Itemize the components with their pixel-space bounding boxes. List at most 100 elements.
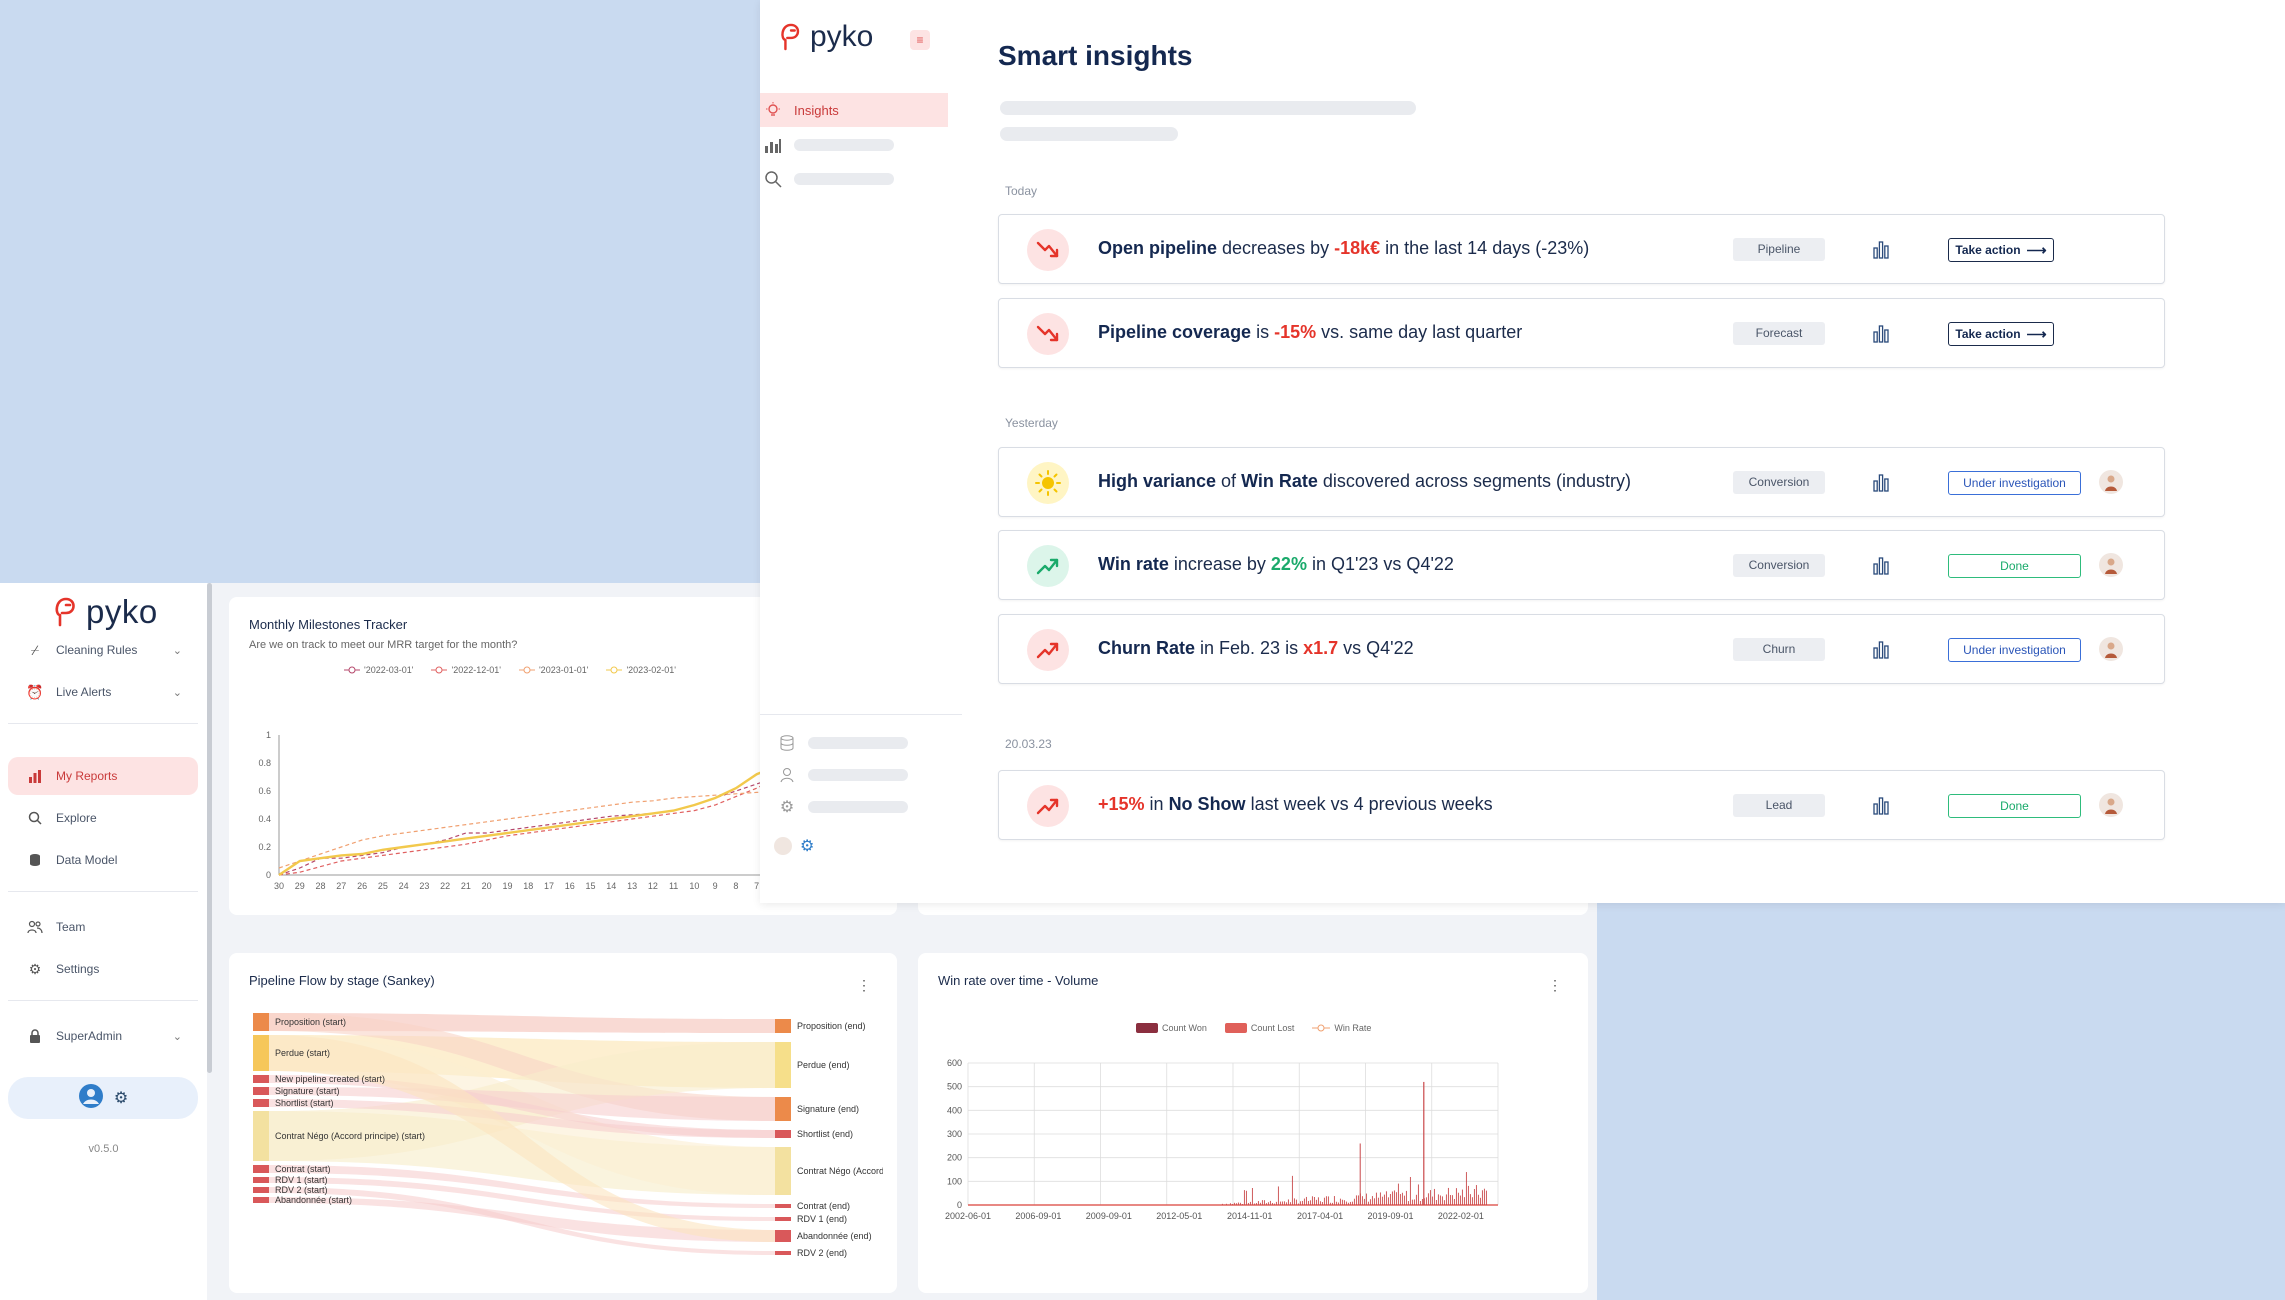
action-label: Under investigation (1963, 643, 2066, 657)
nav-settings[interactable]: ⚙ Settings (8, 950, 198, 988)
insight-text: Win rate increase by 22% in Q1'23 vs Q4'… (1098, 554, 1454, 575)
nav-team[interactable] (774, 758, 962, 792)
insight-text-part: Win Rate (1241, 471, 1318, 491)
bar-chart-icon[interactable] (1873, 472, 1889, 497)
legend-item[interactable]: '2023-02-01' (606, 665, 676, 675)
sankey-node[interactable] (775, 1251, 791, 1255)
pyko-logo[interactable]: pyko (778, 20, 873, 54)
sankey-node[interactable] (253, 1197, 269, 1203)
nav-my-reports[interactable]: My Reports (8, 757, 198, 795)
bar-chart-icon[interactable] (1873, 555, 1889, 580)
sankey-node[interactable] (775, 1097, 791, 1121)
insight-text-part: Pipeline coverage (1098, 322, 1252, 342)
insight-text-part: vs. same day last quarter (1316, 322, 1523, 342)
nav-reports[interactable] (760, 128, 948, 162)
x-tick-label: 13 (627, 881, 637, 891)
sankey-node-label: Proposition (end) (797, 1021, 866, 1031)
nav-superadmin[interactable]: SuperAdmin ⌄ (8, 1017, 198, 1055)
avatar[interactable] (774, 837, 792, 855)
insight-tag[interactable]: Conversion (1733, 554, 1825, 577)
divider (8, 891, 198, 892)
insight-row[interactable]: Churn Rate in Feb. 23 is x1.7 vs Q4'22 C… (998, 614, 2165, 684)
nav-data[interactable] (774, 726, 962, 760)
insight-action-button[interactable]: Take action ⟶ (1948, 322, 2054, 346)
insight-tag[interactable]: Conversion (1733, 471, 1825, 494)
assignee-avatar[interactable] (2099, 637, 2123, 661)
sankey-node[interactable] (253, 1187, 269, 1193)
legend-item[interactable]: Win Rate (1312, 1023, 1371, 1033)
bar-chart-icon[interactable] (1873, 323, 1889, 348)
nav-explore[interactable]: Explore (8, 799, 198, 837)
bar-chart-icon[interactable] (1873, 795, 1889, 820)
sankey-node[interactable] (253, 1099, 269, 1107)
insight-row[interactable]: High variance of Win Rate discovered acr… (998, 447, 2165, 517)
insight-tag[interactable]: Forecast (1733, 322, 1825, 345)
insight-row[interactable]: +15% in No Show last week vs 4 previous … (998, 770, 2165, 840)
insights-sidebar: pyko ≡ Insights ⚙ ⚙ (760, 0, 962, 903)
insight-action-button[interactable]: Under investigation (1948, 638, 2081, 662)
sidebar-scrollbar[interactable] (207, 583, 212, 1073)
nav-explore[interactable] (760, 162, 948, 196)
bar-chart-icon[interactable] (1873, 239, 1889, 264)
legend-item[interactable]: Count Lost (1224, 1023, 1294, 1033)
nav-team[interactable]: Team (8, 908, 198, 946)
nav-insights[interactable]: Insights (760, 93, 948, 127)
nav-data-model[interactable]: Data Model (8, 841, 198, 879)
legend-item[interactable]: '2022-12-01' (431, 665, 501, 675)
bar-chart-icon[interactable] (1873, 639, 1889, 664)
x-tick-label: 22 (440, 881, 450, 891)
user-avatar-icon[interactable] (78, 1083, 104, 1114)
series-line[interactable] (278, 760, 809, 876)
insight-row[interactable]: Pipeline coverage is -15% vs. same day l… (998, 298, 2165, 368)
sankey-title: Pipeline Flow by stage (Sankey) (249, 973, 435, 988)
legend-item[interactable]: '2023-01-01' (518, 665, 588, 675)
sankey-node[interactable] (775, 1130, 791, 1138)
gear-icon[interactable]: ⚙ (800, 836, 814, 856)
series-line[interactable] (278, 766, 809, 876)
insight-row[interactable]: Open pipeline decreases by -18k€ in the … (998, 214, 2165, 284)
assignee-avatar[interactable] (2099, 470, 2123, 494)
insight-action-button[interactable]: Take action ⟶ (1948, 238, 2054, 262)
legend-item[interactable]: Count Won (1136, 1023, 1207, 1033)
more-icon[interactable]: ⋮ (857, 977, 871, 994)
series-line[interactable] (278, 764, 778, 876)
sankey-node[interactable] (253, 1013, 269, 1031)
insight-text: Pipeline coverage is -15% vs. same day l… (1098, 322, 1522, 343)
insight-action-button[interactable]: Done (1948, 794, 2081, 818)
insight-tag[interactable]: Lead (1733, 794, 1825, 817)
gear-icon[interactable]: ⚙ (114, 1088, 128, 1108)
insight-tag[interactable]: Pipeline (1733, 238, 1825, 261)
team-icon (26, 918, 44, 936)
assignee-avatar[interactable] (2099, 553, 2123, 577)
sankey-node[interactable] (775, 1230, 791, 1242)
insight-row[interactable]: Win rate increase by 22% in Q1'23 vs Q4'… (998, 530, 2165, 600)
winrate-card: Win rate over time - Volume ⋮ Count Won … (918, 953, 1588, 1293)
winrate-chart: 0 100 200 300 400 500 600 2002-06-01 2006-09-01 2… (945, 1058, 1499, 1221)
assignee-avatar[interactable] (2099, 793, 2123, 817)
insight-action-button[interactable]: Done (1948, 554, 2081, 578)
sankey-node-label: Abandonnée (end) (797, 1231, 872, 1241)
pyko-logo-icon (55, 597, 75, 627)
insight-action-button[interactable]: Under investigation (1948, 471, 2081, 495)
sankey-node[interactable] (775, 1217, 791, 1221)
sankey-node[interactable] (253, 1087, 269, 1095)
sankey-node[interactable] (253, 1165, 269, 1173)
sankey-node[interactable] (253, 1111, 269, 1161)
sankey-node[interactable] (775, 1147, 791, 1195)
sankey-node[interactable] (253, 1075, 269, 1083)
sankey-node[interactable] (775, 1204, 791, 1208)
y-tick-label: 0 (957, 1200, 962, 1210)
nav-cleaning-rules[interactable]: ⌿ Cleaning Rules ⌄ (8, 631, 198, 669)
sankey-node[interactable] (253, 1177, 269, 1183)
menu-toggle-icon[interactable]: ≡ (910, 30, 930, 50)
pyko-logo[interactable]: pyko (52, 593, 158, 631)
nav-live-alerts[interactable]: ⏰ Live Alerts ⌄ (8, 673, 198, 711)
more-icon[interactable]: ⋮ (1548, 977, 1562, 994)
sankey-node[interactable] (775, 1019, 791, 1033)
sankey-node[interactable] (775, 1042, 791, 1088)
divider (8, 1000, 198, 1001)
legend-item[interactable]: '2022-03-01' (344, 665, 413, 675)
sankey-node[interactable] (253, 1035, 269, 1071)
insight-tag[interactable]: Churn (1733, 638, 1825, 661)
nav-settings[interactable]: ⚙ (774, 790, 962, 824)
